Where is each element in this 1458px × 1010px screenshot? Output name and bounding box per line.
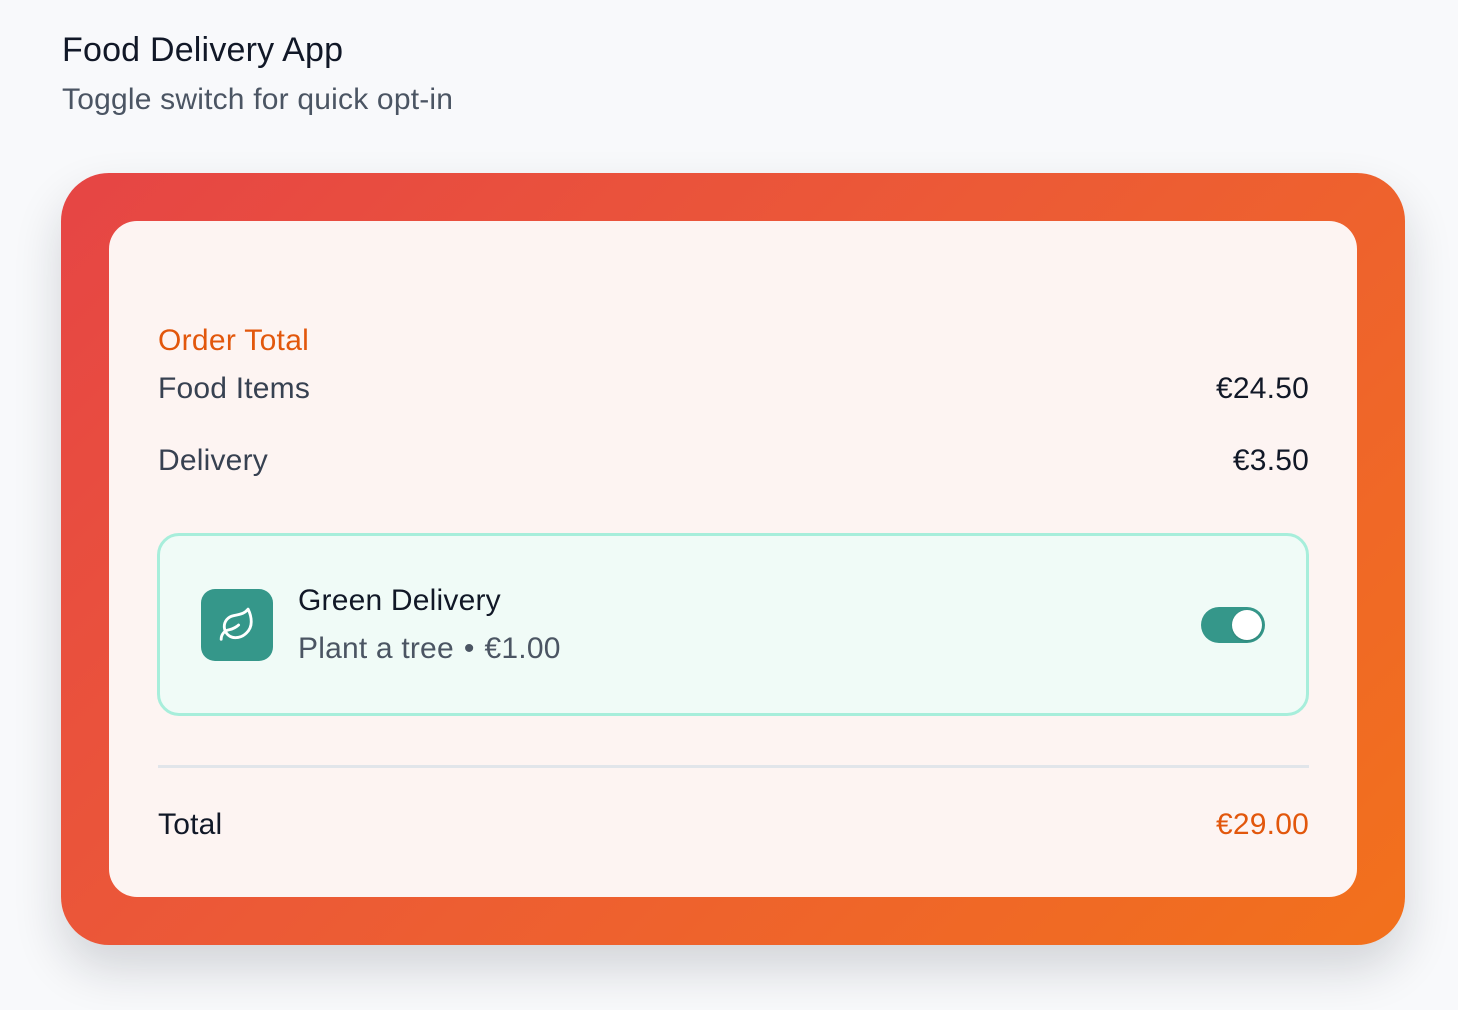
green-delivery-price: €1.00 xyxy=(484,632,561,665)
app-title: Food Delivery App xyxy=(62,31,344,69)
green-delivery-text: Green Delivery Plant a tree • €1.00 xyxy=(298,583,561,667)
app-subtitle: Toggle switch for quick opt-in xyxy=(62,83,454,116)
food-items-value: €24.50 xyxy=(1216,372,1309,405)
delivery-label: Delivery xyxy=(158,444,268,477)
order-summary-card: Order Total Food Items €24.50 Delivery €… xyxy=(109,221,1357,897)
delivery-row: Delivery €3.50 xyxy=(158,443,1309,479)
food-items-label: Food Items xyxy=(158,372,311,405)
order-total-heading: Order Total xyxy=(158,324,310,357)
green-delivery-toggle[interactable] xyxy=(1201,607,1265,643)
food-items-row: Food Items €24.50 xyxy=(158,371,1309,407)
delivery-value: €3.50 xyxy=(1232,444,1309,477)
leaf-icon xyxy=(201,589,273,661)
total-row: Total €29.00 xyxy=(158,807,1309,843)
green-delivery-subtitle: Plant a tree • €1.00 xyxy=(298,631,561,667)
page-header: Food Delivery App Toggle switch for quic… xyxy=(62,30,453,118)
divider xyxy=(158,765,1309,768)
green-delivery-description: Plant a tree xyxy=(298,632,454,665)
green-delivery-option[interactable]: Green Delivery Plant a tree • €1.00 xyxy=(157,533,1309,716)
separator-dot: • xyxy=(463,632,475,665)
green-delivery-title: Green Delivery xyxy=(298,584,501,617)
total-value: €29.00 xyxy=(1216,808,1309,841)
order-card-frame: Order Total Food Items €24.50 Delivery €… xyxy=(61,173,1405,945)
total-label: Total xyxy=(158,808,223,841)
toggle-knob xyxy=(1232,610,1262,640)
